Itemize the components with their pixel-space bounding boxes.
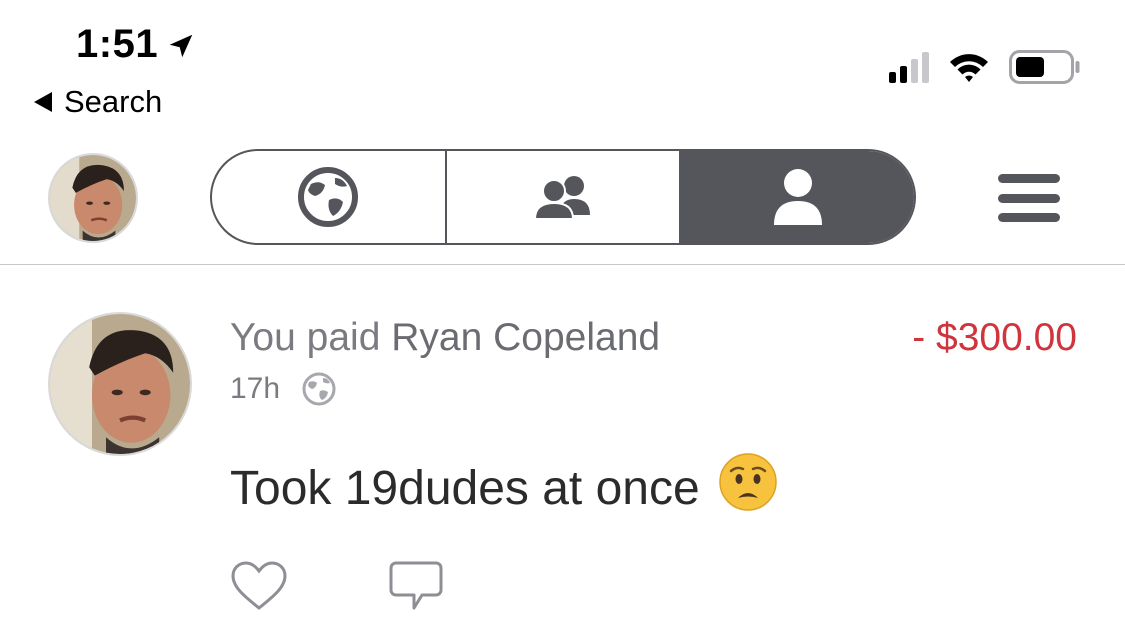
battery-icon xyxy=(1009,50,1080,84)
avatar-photo xyxy=(50,155,136,241)
venmo-feed-screen: 1:51 Search You paid Ryan Copeland - $30… xyxy=(0,0,1125,627)
person-icon xyxy=(773,169,822,225)
transaction-note: Took 19dudes at once xyxy=(230,452,778,524)
tab-mine[interactable] xyxy=(679,151,914,243)
wifi-icon xyxy=(950,54,988,82)
avatar-photo xyxy=(50,314,190,454)
cellular-signal-icon xyxy=(889,51,929,83)
comment-icon[interactable] xyxy=(388,560,444,612)
transaction-headline: You paid Ryan Copeland xyxy=(230,316,660,360)
globe-icon xyxy=(302,372,336,406)
hamburger-menu-icon[interactable] xyxy=(998,174,1060,222)
note-text: Took 19dudes at once xyxy=(230,461,700,515)
status-indicators xyxy=(889,50,1081,84)
status-time-text: 1:51 xyxy=(76,22,159,66)
status-time: 1:51 xyxy=(76,22,196,67)
heart-icon[interactable] xyxy=(230,560,288,612)
feed-item-avatar[interactable] xyxy=(48,312,192,456)
back-link-label: Search xyxy=(64,84,163,119)
back-triangle-icon xyxy=(34,92,52,112)
transaction-actions xyxy=(230,560,444,612)
transaction-meta: 17h xyxy=(230,372,336,406)
transaction-amount: - $300.00 xyxy=(912,316,1077,359)
anguished-face-emoji xyxy=(718,452,778,524)
location-arrow-icon xyxy=(169,34,193,57)
headline-prefix: You paid xyxy=(230,316,392,359)
friends-icon xyxy=(533,176,590,220)
back-to-search-link[interactable]: Search xyxy=(34,84,162,120)
tab-public[interactable] xyxy=(212,151,445,243)
time-ago: 17h xyxy=(230,372,281,405)
profile-avatar[interactable] xyxy=(48,153,138,243)
globe-icon xyxy=(298,167,359,227)
tab-friends[interactable] xyxy=(444,151,680,243)
recipient-name-link[interactable]: Ryan Copeland xyxy=(391,316,660,359)
feed-filter-segmented-control xyxy=(210,149,916,245)
header-divider xyxy=(0,264,1125,265)
